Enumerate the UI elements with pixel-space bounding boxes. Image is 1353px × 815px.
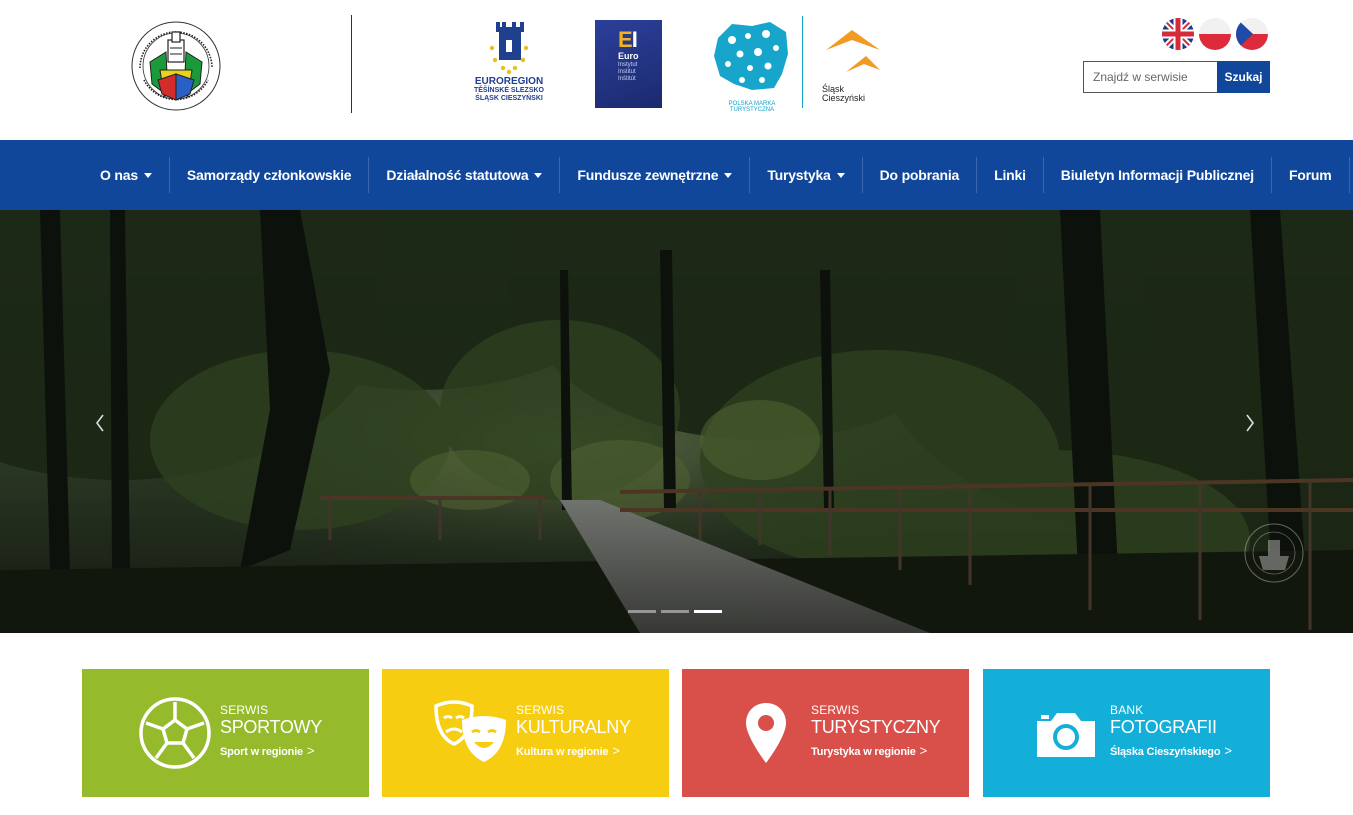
association-emblem-icon: [131, 21, 221, 111]
nav-item-label: Samorządy członkowskie: [186, 167, 352, 183]
nav-item-label: Biuletyn Informacji Publicznej: [1060, 167, 1254, 183]
euroregion-title: EUROREGION: [474, 76, 544, 87]
euroregion-line-2: ŚLĄSK CIESZYŃSKI: [475, 95, 543, 102]
hero-slider: [0, 210, 1353, 633]
search-button[interactable]: Szukaj: [1217, 61, 1270, 93]
ei-line-1: Instytut: [618, 62, 638, 68]
ei-monogram: EI: [618, 29, 662, 51]
nav-item-forum[interactable]: Forum: [1272, 157, 1350, 193]
ei-line-2: Institut: [618, 69, 636, 75]
tile-big-label: SPORTOWY: [220, 717, 322, 737]
tile-sport-service[interactable]: SERWIS SPORTOWY Sport w regionie >: [82, 669, 369, 797]
tile-link-text: Sport w regionie: [220, 746, 303, 758]
nav-item-samorzady[interactable]: Samorządy członkowskie: [170, 157, 370, 193]
polish-flag-icon[interactable]: [1199, 18, 1231, 50]
tile-big-label: TURYSTYCZNY: [811, 717, 941, 737]
slider-dot-1[interactable]: [628, 610, 656, 613]
nav-item-dzialalnosc[interactable]: Działalność statutowa: [369, 157, 561, 193]
nav-item-linki[interactable]: Linki: [977, 157, 1044, 193]
map-pin-icon: [746, 703, 786, 763]
chevron-right-icon: >: [306, 743, 315, 758]
nav-item-label: Turystyka: [767, 167, 831, 183]
nav-item-label: Fundusze zewnętrzne: [577, 167, 719, 183]
search-input[interactable]: [1083, 61, 1218, 93]
nav-item-do-pobrania[interactable]: Do pobrania: [863, 157, 978, 193]
nav-list: O nas Samorządy członkowskie Działalność…: [83, 157, 1350, 193]
association-logo[interactable]: [128, 18, 224, 114]
chevron-right-icon: >: [919, 743, 928, 758]
tile-big-label: KULTURALNY: [516, 717, 631, 737]
caret-down-icon: [534, 172, 543, 178]
caret-down-icon: [836, 172, 845, 178]
euroregion-line-1: TĚŠÍNSKÉ SLEZSKO: [473, 87, 544, 94]
nav-item-label: Linki: [994, 167, 1026, 183]
tile-small-label: BANK: [1110, 703, 1144, 717]
slider-prev-button[interactable]: [88, 410, 112, 436]
site-search: Szukaj: [1083, 61, 1270, 93]
poland-map-icon: [714, 22, 788, 90]
caret-down-icon: [724, 172, 733, 178]
czech-flag-icon[interactable]: [1236, 18, 1268, 50]
chevron-left-icon: [96, 414, 104, 432]
nav-item-label: Do pobrania: [879, 167, 960, 183]
tile-big-label: FOTOGRAFII: [1110, 717, 1217, 737]
tile-link: Turystyka w regionie >: [811, 744, 940, 759]
nav-item-o-nas[interactable]: O nas: [83, 157, 170, 193]
nav-item-bip[interactable]: Biuletyn Informacji Publicznej: [1044, 157, 1272, 193]
service-tiles: SERWIS SPORTOWY Sport w regionie > SERWIS…: [82, 669, 1270, 797]
pmt-caption: POLSKA MARKA TURYSTYCZNA: [728, 101, 776, 113]
nav-item-label: Forum: [1288, 167, 1332, 183]
english-flag-icon[interactable]: [1162, 18, 1194, 50]
tile-small-label: SERWIS: [516, 703, 565, 717]
tile-tourism-service[interactable]: SERWIS TURYSTYCZNY Turystyka w regionie >: [682, 669, 969, 797]
slider-dot-2[interactable]: [661, 610, 689, 613]
chevron-right-icon: [1246, 414, 1254, 432]
tile-link: Śląska Cieszyńskiego >: [1110, 744, 1232, 759]
slask-mountain-icon: [826, 30, 880, 72]
tile-small-label: SERWIS: [220, 703, 269, 717]
theater-masks-icon: [434, 700, 506, 762]
nav-item-label: Działalność statutowa: [386, 167, 529, 183]
ei-euro-text: Euro: [618, 51, 639, 61]
partner-euro-institut-logo[interactable]: EI Euro Instytut Institut Inštitút: [595, 20, 662, 108]
tile-culture-service[interactable]: SERWIS KULTURALNY Kultura w regionie >: [382, 669, 669, 797]
ei-letter-e: E: [618, 27, 633, 52]
header-divider: [351, 15, 352, 113]
partner-euroregion-logo[interactable]: EUROREGION TĚŠÍNSKÉ SLEZSKO ŚLĄSK CIESZY…: [470, 18, 548, 110]
nav-item-label: O nas: [100, 167, 138, 183]
nav-item-turystyka[interactable]: Turystyka: [750, 157, 863, 193]
site-header: EUROREGION TĚŠÍNSKÉ SLEZSKO ŚLĄSK CIESZY…: [0, 0, 1353, 140]
euroregion-tower-icon: [489, 22, 529, 75]
tile-link-text: Śląska Cieszyńskiego: [1110, 746, 1221, 758]
tile-link-text: Turystyka w regionie: [811, 746, 916, 758]
main-navigation: O nas Samorządy członkowskie Działalność…: [0, 140, 1353, 210]
slider-indicators: [628, 610, 727, 616]
tile-text: SERWIS KULTURALNY Kultura w regionie >: [516, 703, 631, 759]
tile-text: SERWIS SPORTOWY Sport w regionie >: [220, 703, 322, 759]
hero-forest-path-image: [0, 210, 1353, 633]
ei-line-3: Inštitút: [618, 76, 636, 82]
ei-letter-i: I: [631, 27, 638, 52]
partner-slask-cieszynski-logo[interactable]: Śląsk Cieszyński: [822, 28, 892, 104]
football-icon: [139, 697, 211, 769]
nav-item-fundusze[interactable]: Fundusze zewnętrzne: [560, 157, 751, 193]
chevron-right-icon: >: [612, 743, 620, 758]
tile-photo-bank[interactable]: BANK FOTOGRAFII Śląska Cieszyńskiego >: [983, 669, 1270, 797]
tile-text: SERWIS TURYSTYCZNY Turystyka w regionie >: [811, 703, 941, 759]
watermark-emblem-icon: [1243, 522, 1305, 584]
tile-text: BANK FOTOGRAFII Śląska Cieszyńskiego >: [1110, 703, 1232, 759]
caret-down-icon: [143, 172, 152, 178]
tile-small-label: SERWIS: [811, 703, 860, 717]
tile-link: Sport w regionie >: [220, 744, 322, 759]
partner-polska-marka-turystyczna-logo[interactable]: POLSKA MARKA TURYSTYCZNA: [712, 18, 792, 113]
slider-dot-3[interactable]: [694, 610, 722, 613]
tile-link: Kultura w regionie >: [516, 744, 631, 759]
tile-link-text: Kultura w regionie: [516, 746, 609, 758]
slider-next-button[interactable]: [1238, 410, 1262, 436]
camera-icon: [1037, 713, 1095, 757]
partner-divider: [802, 16, 803, 108]
slask-line-2: Cieszyński: [822, 93, 866, 103]
chevron-right-icon: >: [1224, 743, 1232, 758]
